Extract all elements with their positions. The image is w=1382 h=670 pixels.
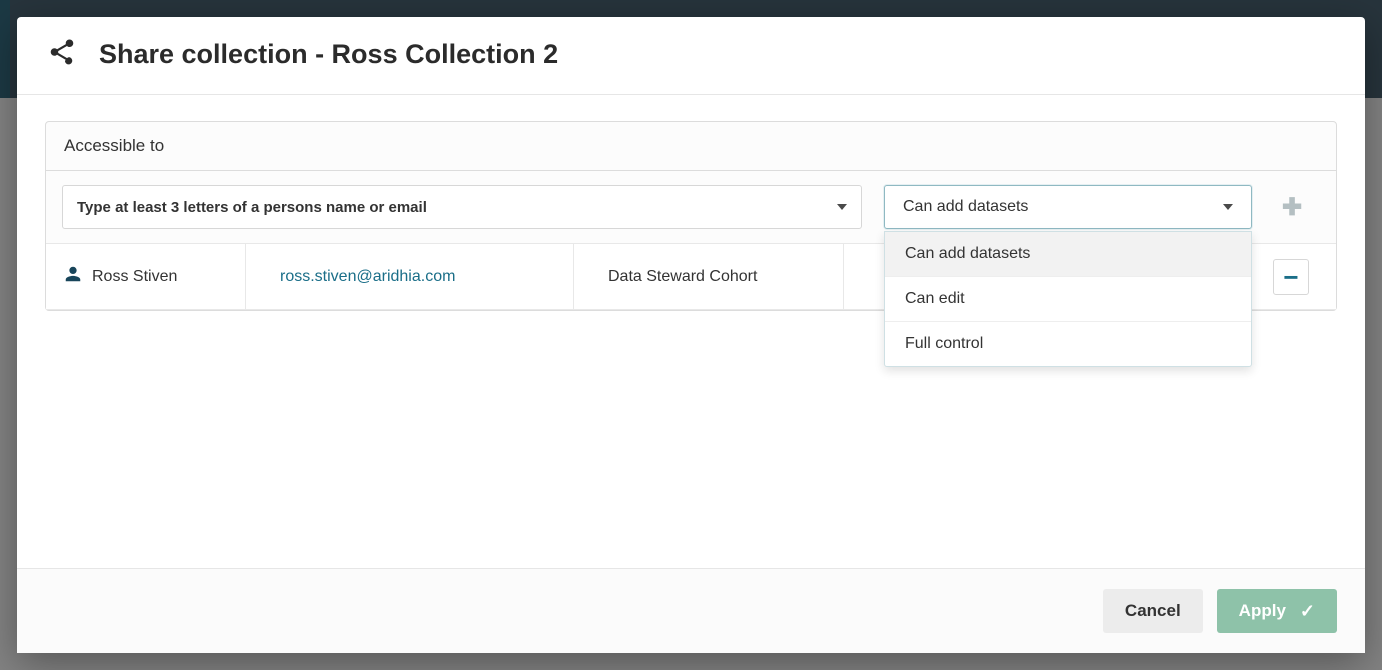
cancel-button[interactable]: Cancel: [1103, 589, 1203, 633]
user-name-cell: Ross Stiven: [46, 244, 246, 309]
permission-option-full-control[interactable]: Full control: [885, 322, 1251, 366]
check-icon: ✓: [1300, 601, 1315, 622]
permission-select[interactable]: Can add datasets: [884, 185, 1252, 229]
permission-option-can-edit[interactable]: Can edit: [885, 277, 1251, 322]
add-person-button[interactable]: ✚: [1274, 189, 1310, 225]
person-search-placeholder: Type at least 3 letters of a persons nam…: [77, 199, 427, 216]
user-email-cell: ross.stiven@aridhia.com: [268, 244, 574, 309]
person-search-input[interactable]: Type at least 3 letters of a persons nam…: [62, 185, 862, 229]
modal-header: Share collection - Ross Collection 2: [17, 17, 1365, 95]
permission-selected-value: Can add datasets: [903, 198, 1028, 216]
plus-icon: ✚: [1282, 193, 1302, 222]
modal-title: Share collection - Ross Collection 2: [99, 39, 558, 70]
chevron-down-icon: [1223, 204, 1233, 210]
apply-button[interactable]: Apply ✓: [1217, 589, 1337, 633]
permission-dropdown: Can add datasets Can edit Full control: [884, 231, 1252, 367]
user-role: Data Steward Cohort: [608, 268, 757, 286]
add-person-row: Type at least 3 letters of a persons nam…: [46, 171, 1336, 244]
remove-person-button[interactable]: −: [1273, 259, 1309, 295]
user-email[interactable]: ross.stiven@aridhia.com: [280, 268, 455, 286]
share-icon: [47, 37, 77, 72]
user-role-cell: Data Steward Cohort: [596, 244, 844, 309]
user-name: Ross Stiven: [92, 268, 177, 286]
share-collection-modal: Share collection - Ross Collection 2 Acc…: [17, 17, 1365, 653]
apply-label: Apply: [1239, 601, 1286, 621]
permission-option-can-add-datasets[interactable]: Can add datasets: [885, 232, 1251, 277]
cancel-label: Cancel: [1125, 601, 1181, 621]
panel-header: Accessible to: [46, 122, 1336, 171]
person-icon: [64, 265, 82, 288]
accessible-to-panel: Accessible to Type at least 3 letters of…: [45, 121, 1337, 311]
chevron-down-icon: [837, 204, 847, 210]
modal-footer: Cancel Apply ✓: [17, 568, 1365, 653]
